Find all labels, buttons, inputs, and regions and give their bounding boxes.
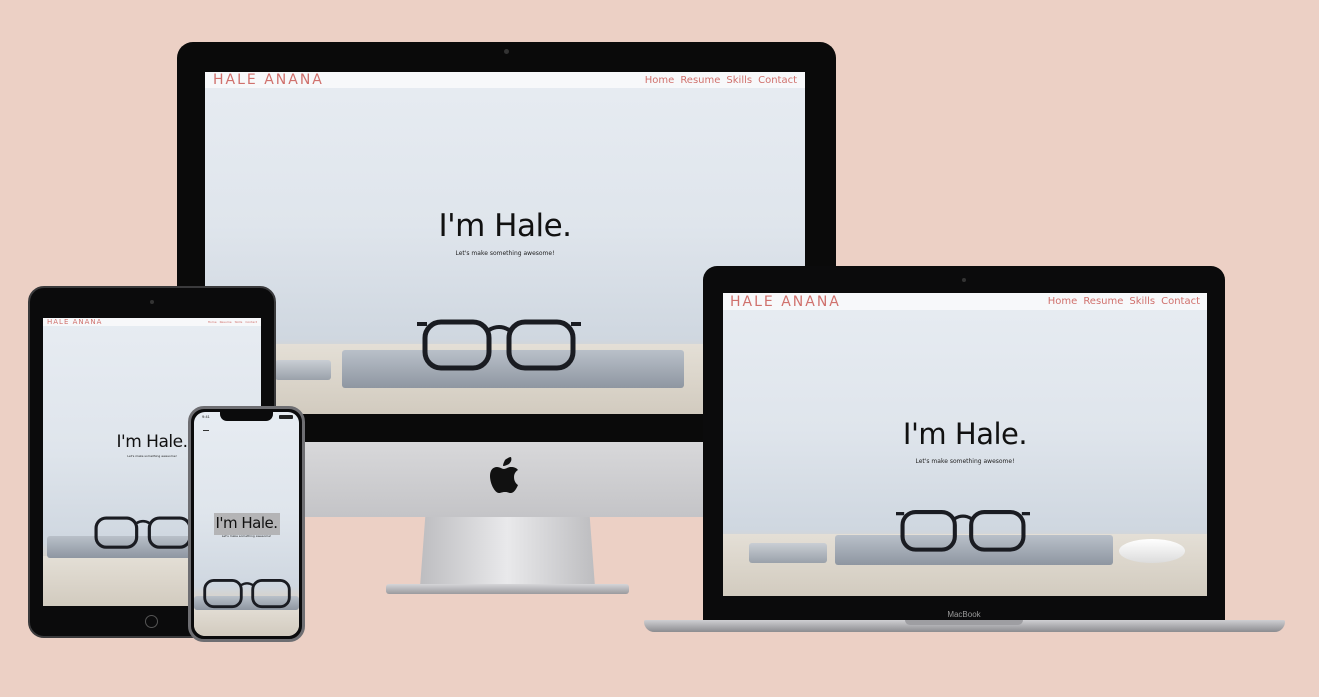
- macbook-camera: [962, 278, 966, 282]
- glasses-icon: [94, 516, 192, 549]
- nav-links: Home Resume Skills Contact: [639, 75, 797, 86]
- ipad-camera: [150, 300, 154, 304]
- brand-logo[interactable]: HALE ANANA: [47, 318, 102, 326]
- nav-home[interactable]: Home: [208, 320, 217, 324]
- imac-stand: [420, 517, 595, 587]
- brand-logo[interactable]: HALE ANANA: [213, 72, 324, 88]
- glasses-icon: [203, 579, 291, 609]
- mouse-on-desk: [1119, 539, 1185, 563]
- nav-contact[interactable]: Contact: [1161, 296, 1200, 307]
- macbook-navbar: HALE ANANA Home Resume Skills Contact: [723, 293, 1207, 310]
- iphone-notch: [220, 412, 273, 421]
- nav-contact[interactable]: Contact: [245, 320, 257, 324]
- nav-links: Home Resume Skills Contact: [205, 320, 257, 324]
- imac-stand-foot: [386, 584, 629, 594]
- nav-home[interactable]: Home: [1048, 296, 1078, 307]
- macbook-label: MacBook: [947, 610, 981, 619]
- imac-navbar: HALE ANANA Home Resume Skills Contact: [205, 72, 805, 88]
- status-time: 9:41: [202, 414, 210, 419]
- hero-title: I'm Hale.: [215, 514, 278, 532]
- status-icons: [279, 415, 293, 419]
- home-button-icon[interactable]: [145, 615, 158, 628]
- glasses-icon: [896, 509, 1030, 552]
- hero-subtitle: Let's make something awesome!: [455, 250, 555, 257]
- nav-resume[interactable]: Resume: [680, 75, 720, 86]
- nav-contact[interactable]: Contact: [758, 75, 797, 86]
- nav-skills[interactable]: Skills: [235, 320, 243, 324]
- nav-home[interactable]: Home: [645, 75, 675, 86]
- hero-title: I'm Hale.: [902, 417, 1028, 451]
- ipad-navbar: HALE ANANA Home Resume Skills Contact: [43, 318, 261, 326]
- iphone-screen: 9:41 I'm Hale. Let's make something awes…: [194, 412, 299, 636]
- phone-on-desk: [749, 543, 827, 563]
- nav-resume[interactable]: Resume: [220, 320, 232, 324]
- desk-surface: [194, 606, 299, 636]
- hero-subtitle: Let's make something awesome!: [915, 458, 1015, 465]
- nav-resume[interactable]: Resume: [1083, 296, 1123, 307]
- nav-links: Home Resume Skills Contact: [1042, 296, 1200, 307]
- menu-icon[interactable]: [203, 430, 209, 431]
- glasses-icon: [417, 319, 581, 371]
- brand-logo[interactable]: HALE ANANA: [730, 294, 841, 310]
- nav-skills[interactable]: Skills: [1129, 296, 1155, 307]
- nav-skills[interactable]: Skills: [726, 75, 752, 86]
- macbook-notch: [905, 620, 1023, 625]
- imac-camera: [504, 49, 509, 54]
- hero-subtitle: Let's make something awesome!: [221, 534, 272, 538]
- hero-title: I'm Hale.: [438, 208, 572, 244]
- apple-logo-icon: [490, 457, 518, 493]
- phone-on-desk: [275, 360, 331, 380]
- macbook-screen: HALE ANANA Home Resume Skills Contact I'…: [723, 293, 1207, 596]
